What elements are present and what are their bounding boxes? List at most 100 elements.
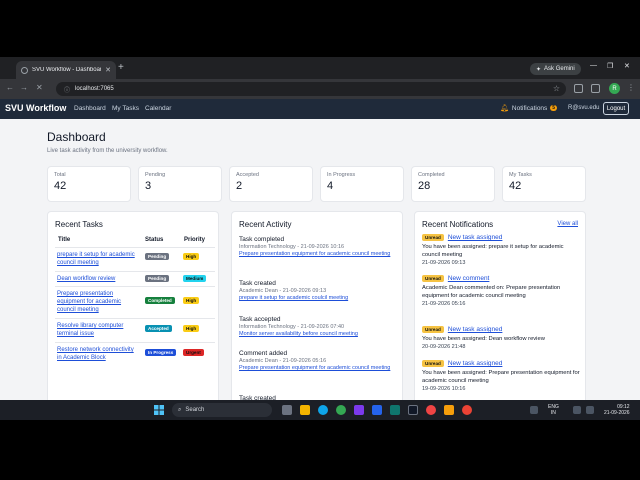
priority-badge: Medium xyxy=(183,275,207,282)
notification-item: Unread New task assigned You have been a… xyxy=(422,234,582,266)
table-row: Prepare presentation equipment for acade… xyxy=(55,286,215,318)
task-title-link[interactable]: Dean workflow review xyxy=(57,275,139,283)
notification-date: 21-09-2026 09:13 xyxy=(422,260,466,266)
status-badge: Completed xyxy=(145,297,175,304)
notification-message: You have been assigned: prepare it setup… xyxy=(422,244,564,258)
unread-badge: Unread xyxy=(422,360,444,367)
ask-gemini-button[interactable]: ✦ Ask Gemini xyxy=(530,63,581,75)
task-title-link[interactable]: prepare it setup for academic council me… xyxy=(57,251,139,267)
stat-card-total: Total 42 xyxy=(47,166,131,202)
wifi-icon[interactable] xyxy=(573,406,581,414)
app-icon[interactable] xyxy=(372,405,382,415)
activity-task-link[interactable]: Prepare presentation equipment for acade… xyxy=(239,250,399,259)
stat-value: 4 xyxy=(327,180,334,192)
app-icon[interactable] xyxy=(462,405,472,415)
bookmark-star-icon[interactable]: ☆ xyxy=(553,84,560,93)
stat-card-completed: Completed 28 xyxy=(411,166,495,202)
task-title-link[interactable]: Restore network connectivity in Academic… xyxy=(57,346,139,362)
unread-badge: Unread xyxy=(422,234,444,241)
brand-logo[interactable]: SVU Workflow xyxy=(5,103,66,113)
tray-chevron-icon[interactable] xyxy=(530,406,538,414)
stat-value: 3 xyxy=(145,180,152,192)
nav-my-tasks[interactable]: My Tasks xyxy=(112,105,139,112)
nav-calendar[interactable]: Calendar xyxy=(145,105,171,112)
file-explorer-icon[interactable] xyxy=(300,405,310,415)
edge-icon[interactable] xyxy=(318,405,328,415)
activity-title: Task completed xyxy=(239,236,285,243)
notifications-count-badge: 5 xyxy=(550,105,558,111)
column-header-status: Status xyxy=(145,237,164,243)
notification-message: Academic Dean commented on: Prepare pres… xyxy=(422,285,561,299)
forward-icon[interactable]: → xyxy=(20,83,28,92)
system-clock[interactable]: 09:12 21-09-2026 xyxy=(604,404,630,416)
activity-task-link[interactable]: Prepare presentation equipment for acade… xyxy=(239,364,399,373)
site-info-icon[interactable]: ⓘ xyxy=(64,85,70,94)
stat-label: My Tasks xyxy=(509,172,532,178)
notification-item: Unread New comment Academic Dean comment… xyxy=(422,275,582,307)
recent-notifications-panel: Recent Notifications View all Unread New… xyxy=(414,211,586,420)
task-title-link[interactable]: Resolve library computer terminal issue xyxy=(57,322,139,338)
app-icon[interactable] xyxy=(390,405,400,415)
taskbar-search[interactable]: ⌕ Search xyxy=(172,403,272,417)
activity-item: Comment added Academic Dean - 21-09-2026… xyxy=(239,350,399,373)
task-title-link[interactable]: Prepare presentation equipment for acade… xyxy=(57,290,139,314)
priority-badge: Urgent xyxy=(183,349,204,356)
new-tab-icon[interactable]: + xyxy=(118,62,124,73)
notification-title-link[interactable]: New task assigned xyxy=(448,360,503,367)
app-icon[interactable] xyxy=(426,405,436,415)
notifications-link[interactable]: 🔔︎ Notifications 5 xyxy=(500,104,558,112)
activity-title: Task created xyxy=(239,280,276,287)
browser-toolbar: ← → ✕ ⓘ localhost:7065 ☆ R ⋮ xyxy=(0,79,640,99)
task-view-icon[interactable] xyxy=(282,405,292,415)
activity-item: Task completed Information Technology - … xyxy=(239,236,399,259)
logout-button[interactable]: Logout xyxy=(603,102,629,115)
globe-icon xyxy=(21,66,28,74)
column-header-title: Title xyxy=(58,237,71,243)
close-tab-icon[interactable]: ✕ xyxy=(105,66,111,74)
unread-badge: Unread xyxy=(422,326,444,333)
notification-message: You have been assigned: Prepare presenta… xyxy=(422,370,580,384)
nav-dashboard[interactable]: Dashboard xyxy=(74,105,106,112)
app-icon[interactable] xyxy=(444,405,454,415)
browser-tab[interactable]: SVU Workflow - Dashboard ✕ xyxy=(16,61,116,79)
activity-task-link[interactable]: prepare it setup for academic coulcil me… xyxy=(239,294,399,303)
clock-date: 21-09-2026 xyxy=(604,410,630,416)
notification-date: 21-09-2026 05:16 xyxy=(422,301,466,307)
view-all-link[interactable]: View all xyxy=(557,221,578,227)
panel-title: Recent Activity xyxy=(239,220,292,229)
status-badge: Accepted xyxy=(145,325,172,332)
status-badge: Pending xyxy=(145,253,170,260)
table-row: Restore network connectivity in Academic… xyxy=(55,342,215,374)
notification-date: 20-09-2026 21:48 xyxy=(422,344,466,350)
windows-start-icon[interactable] xyxy=(154,405,164,415)
more-menu-icon[interactable]: ⋮ xyxy=(627,83,635,92)
profile-avatar[interactable]: R xyxy=(609,83,620,94)
chrome-icon[interactable] xyxy=(336,405,346,415)
close-window-icon[interactable]: ✕ xyxy=(624,62,630,70)
stat-value: 42 xyxy=(509,180,522,192)
priority-badge: High xyxy=(183,325,200,332)
page-title: Dashboard xyxy=(47,130,106,144)
stat-value: 42 xyxy=(54,180,67,192)
dashboard-page: Dashboard Live task activity from the un… xyxy=(0,119,640,420)
minimize-icon[interactable]: — xyxy=(590,62,597,69)
panel-title: Recent Tasks xyxy=(55,220,103,229)
language-indicator[interactable]: ENG IN xyxy=(548,404,559,416)
notification-title-link[interactable]: New task assigned xyxy=(448,234,503,241)
activity-task-link[interactable]: Monitor server availability before counc… xyxy=(239,330,399,339)
notification-title-link[interactable]: New comment xyxy=(448,275,490,282)
visual-studio-icon[interactable] xyxy=(354,405,364,415)
notification-date: 19-09-2026 10:16 xyxy=(422,386,466,392)
app-header: SVU Workflow Dashboard My Tasks Calendar… xyxy=(0,99,640,119)
reload-icon[interactable]: ✕ xyxy=(36,83,43,92)
notification-title-link[interactable]: New task assigned xyxy=(448,326,503,333)
maximize-icon[interactable]: ❐ xyxy=(607,62,613,70)
user-email: R@svu.edu xyxy=(568,105,600,111)
puzzle-icon[interactable] xyxy=(591,84,600,93)
volume-icon[interactable] xyxy=(586,406,594,414)
extension-icon[interactable] xyxy=(574,84,583,93)
browser-tabstrip: SVU Workflow - Dashboard ✕ + ✦ Ask Gemin… xyxy=(0,57,640,79)
address-bar[interactable]: ⓘ localhost:7065 ☆ xyxy=(56,82,566,96)
back-icon[interactable]: ← xyxy=(6,83,14,92)
terminal-icon[interactable] xyxy=(408,405,418,415)
